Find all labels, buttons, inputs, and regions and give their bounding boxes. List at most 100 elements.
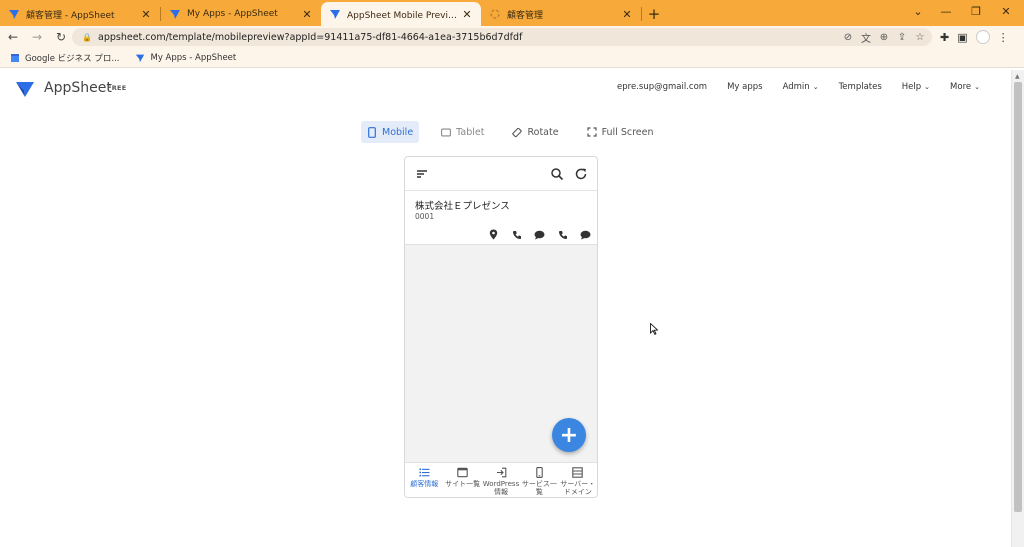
chevron-down-icon: ⌄ xyxy=(812,83,819,91)
appsheet-favicon-icon xyxy=(136,54,145,62)
bookmark-google-business[interactable]: Google ビジネス プロ... xyxy=(10,52,119,64)
page-scrollbar[interactable]: ▲ xyxy=(1011,70,1024,547)
mobile-label: Mobile xyxy=(382,126,414,138)
window-icon xyxy=(457,467,468,478)
rotate-icon xyxy=(512,127,523,137)
restore-icon[interactable]: ❐ xyxy=(960,0,992,22)
nav-admin-label: Admin xyxy=(782,82,810,92)
browser-tab-4[interactable]: 顧客管理 ✕ xyxy=(481,2,641,26)
loading-favicon-icon xyxy=(490,9,500,19)
fullscreen-icon xyxy=(586,127,597,137)
nav-tab-service-list[interactable]: サービス一 覧 xyxy=(520,463,558,497)
nav-tab-label: 顧客情報 xyxy=(410,480,439,488)
tab-title: 顧客管理 xyxy=(507,10,544,21)
phone-icon[interactable] xyxy=(511,229,522,240)
browser-tab-bar: 顧客管理 - AppSheet ✕ My Apps - AppSheet ✕ A… xyxy=(0,0,1024,26)
reload-icon[interactable]: ↻ xyxy=(50,26,72,48)
tab-close-icon[interactable]: ✕ xyxy=(301,8,313,21)
tablet-button[interactable]: Tablet xyxy=(435,121,490,143)
nav-tab-customer-info[interactable]: 顧客情報 xyxy=(405,463,443,497)
forward-icon[interactable]: → xyxy=(26,26,48,48)
scroll-up-icon[interactable]: ▲ xyxy=(1015,73,1020,80)
nav-help-label: Help xyxy=(901,82,922,92)
back-icon[interactable]: ← xyxy=(2,26,24,48)
list-icon xyxy=(419,468,430,477)
new-tab-icon[interactable]: + xyxy=(642,2,666,26)
window-close-icon[interactable]: ✕ xyxy=(990,0,1022,22)
bookmark-star-icon[interactable]: ☆ xyxy=(914,31,926,43)
address-bar[interactable]: 🔒 appsheet.com/template/mobilepreview?ap… xyxy=(72,28,932,46)
nav-tab-label: サービス一 覧 xyxy=(521,480,557,496)
phone-icon[interactable] xyxy=(557,229,568,240)
row-actions xyxy=(488,229,591,240)
browser-tab-2[interactable]: My Apps - AppSheet ✕ xyxy=(161,2,321,26)
nav-tab-site-list[interactable]: サイト一覧 xyxy=(443,463,481,497)
extensions-icon[interactable]: ✚ xyxy=(940,31,949,44)
plus-icon: + xyxy=(559,422,579,448)
customer-code: 0001 xyxy=(415,212,435,221)
zoom-icon[interactable]: ⊕ xyxy=(878,31,890,43)
appsheet-favicon-icon xyxy=(9,10,19,19)
chevron-down-icon: ⌄ xyxy=(974,83,980,91)
bookmark-label: Google ビジネス プロ... xyxy=(25,53,120,64)
chat-bubble-icon[interactable] xyxy=(580,229,591,240)
nav-more[interactable]: More ⌄ xyxy=(950,82,980,92)
customer-name: 株式会社Ｅプレゼンス xyxy=(415,201,510,212)
minimize-icon[interactable]: — xyxy=(930,0,962,22)
tablet-label: Tablet xyxy=(456,126,485,138)
tab-close-icon[interactable]: ✕ xyxy=(461,8,473,21)
nav-tab-wordpress-info[interactable]: WordPress 情報 xyxy=(482,463,520,497)
tab-title: AppSheet Mobile Preview: 顧客管理 xyxy=(347,10,461,21)
appsheet-favicon-icon xyxy=(170,10,180,19)
fullscreen-button[interactable]: Full Screen xyxy=(581,121,660,143)
appsheet-header: AppSheet FREE epre.sup@gmail.com My apps… xyxy=(0,70,1010,108)
list-item[interactable]: 株式会社Ｅプレゼンス 0001 xyxy=(405,191,597,245)
browser-tab-1[interactable]: 顧客管理 - AppSheet ✕ xyxy=(0,2,160,26)
lock-icon[interactable]: 🔒 xyxy=(82,33,92,42)
profile-avatar[interactable] xyxy=(975,30,990,44)
scrollbar-thumb[interactable] xyxy=(1014,82,1022,512)
side-panel-icon[interactable]: ▣ xyxy=(957,31,967,44)
add-record-button[interactable]: + xyxy=(552,418,586,452)
tab-close-icon[interactable]: ✕ xyxy=(621,8,633,21)
nav-templates[interactable]: Templates xyxy=(839,82,882,92)
smartphone-icon xyxy=(367,126,377,138)
nav-my-apps[interactable]: My apps xyxy=(727,82,763,92)
preview-mode-toolbar: Mobile Tablet Rotate Full Screen xyxy=(361,121,660,143)
rotate-button[interactable]: Rotate xyxy=(506,121,564,143)
app-top-bar xyxy=(405,157,597,191)
nav-tab-label: WordPress 情報 xyxy=(482,480,520,496)
mouse-cursor-icon xyxy=(650,323,658,335)
browser-toolbar: ← → ↻ 🔒 appsheet.com/template/mobileprev… xyxy=(0,26,1024,48)
tab-close-icon[interactable]: ✕ xyxy=(140,8,152,21)
translate-icon[interactable]: 文 xyxy=(860,31,872,45)
nav-more-label: More xyxy=(950,82,972,92)
url-text: appsheet.com/template/mobilepreview?appI… xyxy=(98,31,523,43)
login-icon xyxy=(496,467,506,478)
mobile-button[interactable]: Mobile xyxy=(361,121,420,143)
browser-tab-3-active[interactable]: AppSheet Mobile Preview: 顧客管理 ✕ xyxy=(321,2,481,26)
rotate-label: Rotate xyxy=(527,126,559,138)
browser-menu-icon[interactable]: ⋮ xyxy=(998,31,1009,44)
bookmark-my-apps[interactable]: My Apps - AppSheet xyxy=(135,53,236,63)
nav-help[interactable]: Help ⌄ xyxy=(902,82,930,92)
nav-tab-server-domain[interactable]: サーバー・ ドメイン xyxy=(559,463,597,497)
nav-tab-label: サイト一覧 xyxy=(445,480,481,488)
map-pin-icon[interactable] xyxy=(488,229,499,240)
search-icon[interactable] xyxy=(550,167,564,181)
share-icon[interactable]: ⇪ xyxy=(896,31,908,43)
sort-menu-icon[interactable] xyxy=(415,167,429,181)
camera-blocked-icon[interactable]: ⊘ xyxy=(842,31,854,43)
bookmark-label: My Apps - AppSheet xyxy=(150,52,237,63)
chat-bubble-icon[interactable] xyxy=(534,229,545,240)
chevron-down-icon: ⌄ xyxy=(924,83,931,91)
nav-admin[interactable]: Admin ⌄ xyxy=(783,82,819,92)
appsheet-logo-icon[interactable] xyxy=(16,81,34,97)
account-email[interactable]: epre.sup@gmail.com xyxy=(617,82,707,92)
sync-icon[interactable] xyxy=(574,167,588,181)
google-business-icon xyxy=(11,53,19,62)
appsheet-favicon-icon xyxy=(330,10,340,19)
header-nav: epre.sup@gmail.com My apps Admin ⌄ Templa… xyxy=(617,82,980,92)
mobile-preview-frame: 株式会社Ｅプレゼンス 0001 + 顧客情報 サイト一覧 WordPress 情… xyxy=(404,156,598,498)
appsheet-brand[interactable]: AppSheet xyxy=(44,80,112,96)
